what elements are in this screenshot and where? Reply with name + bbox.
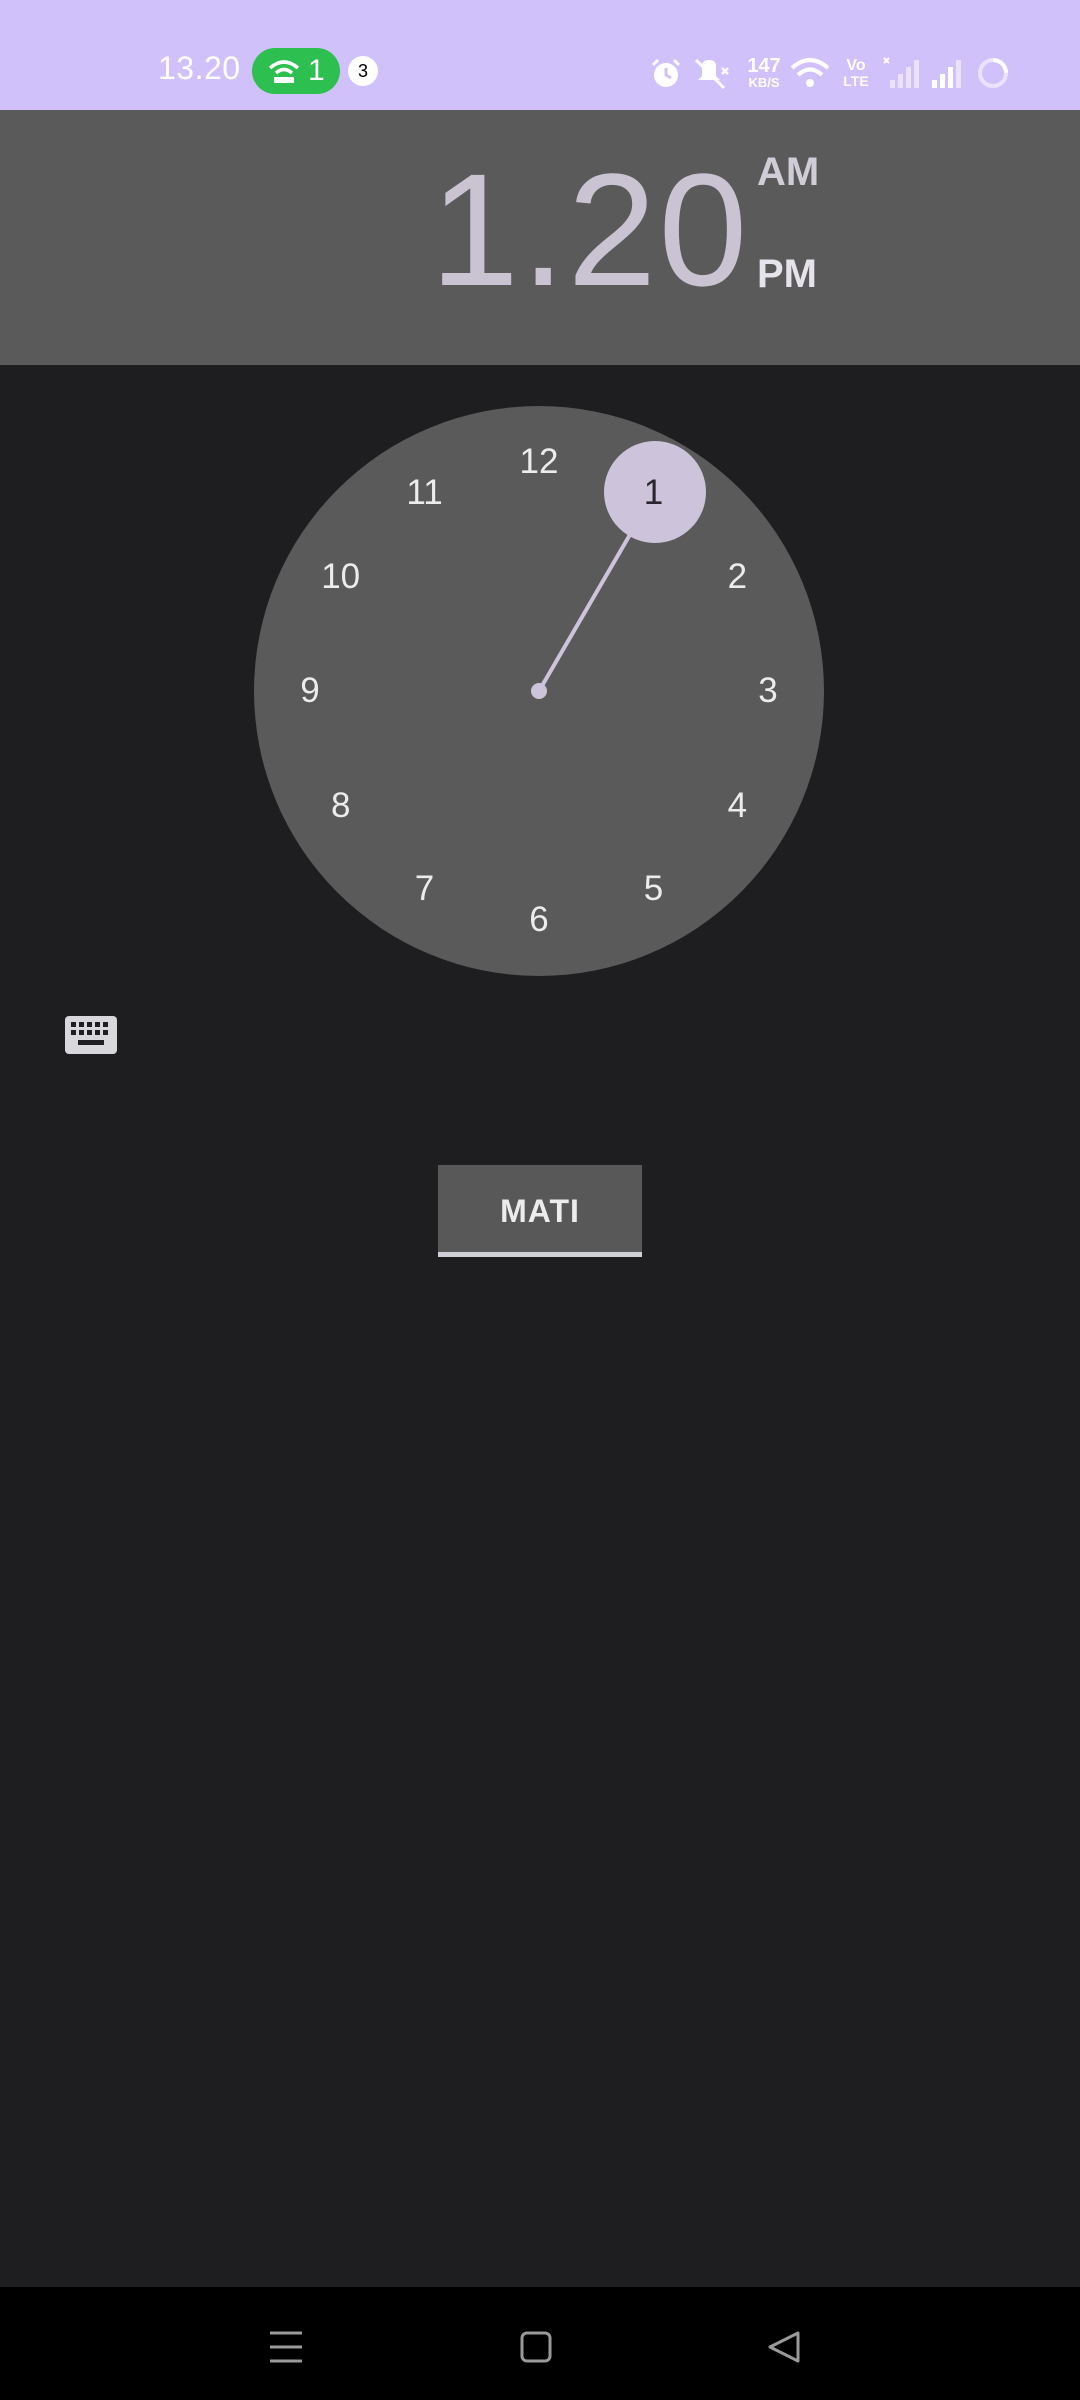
hotspot-count: 1 xyxy=(308,54,325,87)
keyboard-mode-button[interactable] xyxy=(64,1015,118,1055)
time-header: 1.20 AM PM xyxy=(0,110,1080,365)
recent-apps-button[interactable] xyxy=(256,2317,316,2377)
hour-12[interactable]: 12 xyxy=(509,440,569,484)
keyboard-icon xyxy=(65,1016,117,1054)
signal-icon xyxy=(932,60,961,88)
signal-icon xyxy=(883,57,919,88)
hour-11[interactable]: 11 xyxy=(395,471,455,515)
cancel-button[interactable]: MATI xyxy=(438,1165,642,1257)
mute-icon xyxy=(694,58,729,90)
selected-time[interactable]: 1.20 xyxy=(430,150,749,310)
navigation-bar xyxy=(0,2287,1080,2400)
alarm-icon xyxy=(651,58,681,87)
status-bar: 13.20 1 3 147 KB/S Vo LTE xyxy=(0,0,1080,110)
lte-label: LTE xyxy=(843,73,869,89)
hotspot-icon xyxy=(268,60,300,83)
am-toggle[interactable]: AM xyxy=(757,150,819,195)
hour-7[interactable]: 7 xyxy=(395,867,455,911)
hour-5[interactable]: 5 xyxy=(624,867,684,911)
net-speed-unit: KB/S xyxy=(748,75,780,90)
volte-label: Vo xyxy=(846,57,866,74)
pm-toggle[interactable]: PM xyxy=(757,252,817,297)
clock-dial[interactable]: 12 1 2 3 4 5 6 7 8 9 10 11 xyxy=(253,405,825,977)
notification-badge: 3 xyxy=(348,56,378,86)
cancel-button-label: MATI xyxy=(500,1193,580,1229)
back-icon xyxy=(768,2331,800,2363)
hour-4[interactable]: 4 xyxy=(707,784,767,828)
home-icon xyxy=(520,2331,552,2363)
hour-6[interactable]: 6 xyxy=(509,898,569,942)
hotspot-indicator: 1 xyxy=(252,48,340,94)
hour-3[interactable]: 3 xyxy=(738,669,798,713)
hour-10[interactable]: 10 xyxy=(311,555,371,599)
hour-9[interactable]: 9 xyxy=(280,669,340,713)
back-button[interactable] xyxy=(754,2317,814,2377)
focus-underline xyxy=(438,1252,642,1257)
wifi-icon xyxy=(790,58,830,87)
menu-icon xyxy=(270,2331,302,2363)
status-time: 13.20 xyxy=(158,50,241,86)
hour-1[interactable]: 1 xyxy=(624,471,684,515)
net-speed: 147 KB/S xyxy=(744,56,784,89)
clock-center-dot xyxy=(531,683,547,699)
hour-8[interactable]: 8 xyxy=(311,784,371,828)
volte-indicator: Vo LTE xyxy=(838,57,874,89)
home-button[interactable] xyxy=(506,2317,566,2377)
hour-2[interactable]: 2 xyxy=(707,555,767,599)
net-speed-value: 147 xyxy=(747,55,781,77)
battery-loading-icon xyxy=(978,58,1008,88)
